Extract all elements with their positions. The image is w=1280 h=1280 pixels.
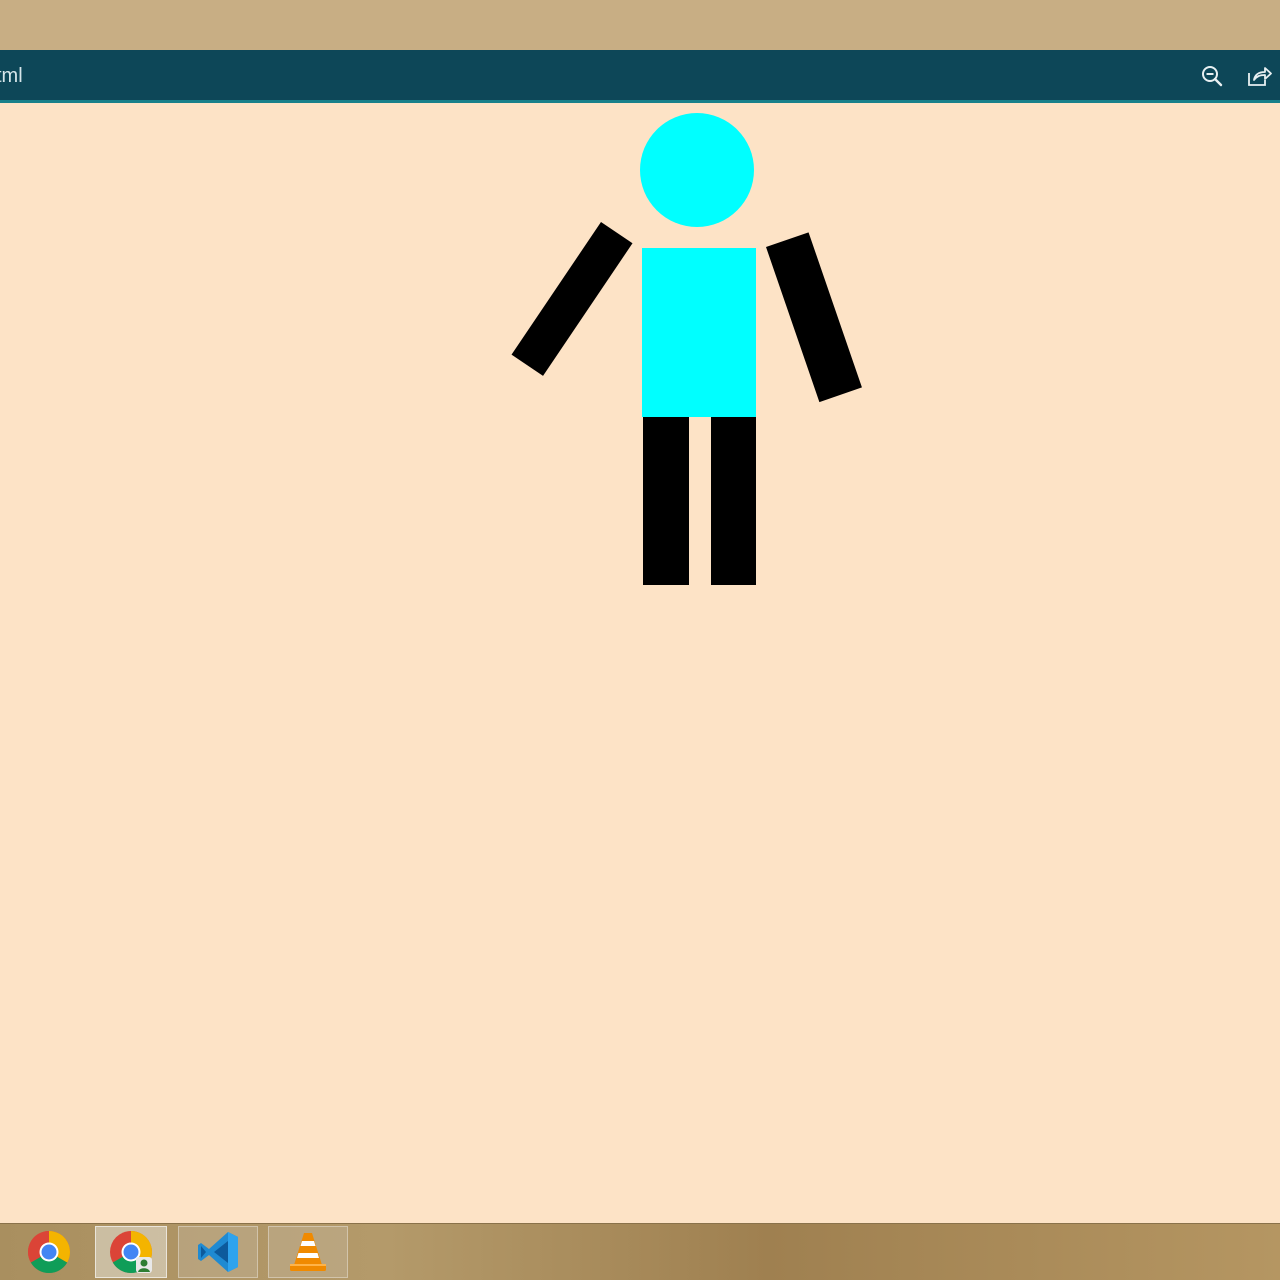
chrome-icon[interactable] <box>10 1226 88 1278</box>
taskbar <box>0 1223 1280 1280</box>
page-viewport <box>0 103 1280 1223</box>
zoom-out-icon[interactable] <box>1198 62 1226 90</box>
screen: tml <box>0 0 1280 1280</box>
share-icon[interactable] <box>1245 62 1273 90</box>
figure-body <box>642 248 756 417</box>
desktop-background <box>0 0 1280 50</box>
figure-right-leg <box>711 417 756 585</box>
figure-left-leg <box>643 417 689 585</box>
figure-head <box>640 113 754 227</box>
drawing-canvas <box>0 103 1280 1223</box>
canvas-background <box>0 103 1280 1223</box>
file-title: tml <box>0 65 23 87</box>
viewer-toolbar: tml <box>0 50 1280 103</box>
chrome-user-icon[interactable] <box>95 1226 167 1278</box>
vlc-icon[interactable] <box>268 1226 348 1278</box>
vscode-icon[interactable] <box>178 1226 258 1278</box>
